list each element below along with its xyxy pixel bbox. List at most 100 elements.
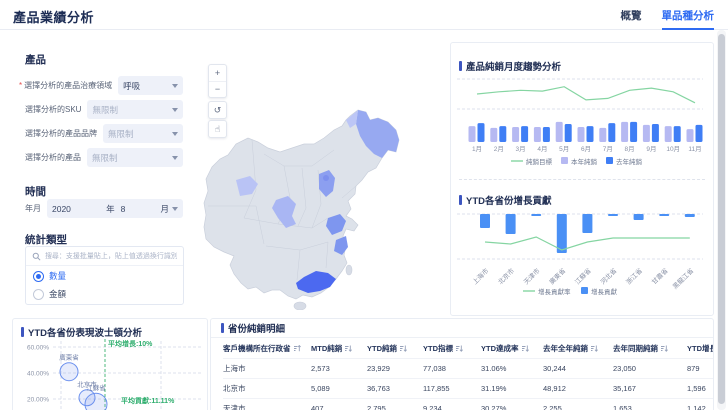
chevron-down-icon — [172, 155, 178, 160]
x-axis-label: 廣東省 — [547, 266, 568, 287]
table-cell: 5,089 — [311, 384, 330, 393]
sort-icon[interactable] — [455, 344, 463, 353]
x-axis-label: 上海市 — [470, 266, 491, 287]
bar-last-year[interactable] — [477, 123, 485, 142]
bar-growth-contribution[interactable] — [556, 214, 567, 253]
bar-growth-contribution[interactable] — [505, 214, 516, 234]
table-title: 省份純銷明細 — [228, 324, 286, 335]
table-cell: 35,167 — [613, 384, 636, 393]
legend-swatch[interactable] — [581, 287, 588, 294]
legend-swatch[interactable] — [606, 157, 613, 164]
tab-overview[interactable]: 概覽 — [621, 8, 642, 30]
map-reset-button[interactable]: ↺ — [208, 101, 227, 119]
filter-select-3[interactable]: 無限制 — [87, 148, 183, 167]
region-beijing[interactable] — [323, 175, 329, 181]
legend-swatch[interactable] — [561, 157, 568, 164]
boston-chart[interactable]: 60.00%40.00%20.00%平均增長:10%廣東省北京市江蘇省平均貢獻:… — [13, 337, 207, 410]
stat-type-option[interactable]: 金額 — [26, 286, 183, 302]
bubble-江蘇省[interactable] — [84, 392, 108, 410]
bar-last-year[interactable] — [499, 126, 507, 142]
bar-this-year[interactable] — [533, 127, 541, 142]
bar-last-year[interactable] — [542, 127, 550, 142]
bubble-廣東省[interactable] — [59, 362, 79, 382]
sort-icon[interactable] — [590, 344, 598, 353]
bar-growth-contribution[interactable] — [659, 214, 670, 216]
filter-select-0[interactable]: 呼吸 — [118, 76, 183, 95]
filter-field-row: 選擇分析的產品品牌 無限制 — [25, 124, 183, 143]
bar-this-year[interactable] — [686, 129, 694, 142]
bar-this-year[interactable] — [642, 124, 650, 142]
stat-type-option[interactable]: 數量 — [26, 268, 183, 284]
filter-select-1[interactable]: 無限制 — [87, 100, 183, 119]
bubble-label: 廣東省 — [59, 353, 79, 362]
tab-single-product-analysis[interactable]: 單品種分析 — [661, 8, 714, 30]
section-heading-time: 時間 — [25, 186, 46, 198]
bar-last-year[interactable] — [586, 126, 594, 142]
table-cell: 23,050 — [613, 364, 636, 373]
legend-label[interactable]: 純銷目標 — [526, 157, 553, 166]
bar-last-year[interactable] — [673, 126, 681, 142]
bar-last-year[interactable] — [521, 126, 529, 142]
table-col-header: 去年同期純銷 — [613, 338, 687, 358]
x-axis-label: 11月 — [688, 145, 701, 153]
region-hainan[interactable] — [293, 301, 307, 310]
filter-select-2[interactable]: 無限制 — [103, 124, 183, 143]
zoom-out-button[interactable]: − — [209, 82, 226, 98]
bar-last-year[interactable] — [564, 124, 572, 142]
map-pan-button[interactable]: ☝ — [208, 120, 227, 138]
bar-growth-contribution[interactable] — [480, 214, 490, 228]
sort-icon[interactable] — [521, 344, 529, 353]
table-col-label: 去年全年純銷 — [543, 343, 588, 353]
table-cell: 31.19% — [481, 384, 507, 393]
table-cell: 36,763 — [367, 384, 390, 393]
bar-growth-contribution[interactable] — [531, 214, 542, 216]
bar-last-year[interactable] — [695, 124, 703, 142]
radio-button[interactable] — [33, 288, 44, 300]
contribution-chart[interactable]: 上海市 北京市 天津市 廣東省 江蘇省 河北省 浙江省 甘肅省 黑龍江省增長貢獻率 增長貢獻 — [453, 207, 711, 313]
bar-growth-contribution[interactable] — [633, 214, 644, 220]
bar-growth-contribution[interactable] — [608, 214, 618, 216]
region-taiwan[interactable] — [345, 264, 353, 276]
trend-chart[interactable]: 1月 2月 3月 4月 5月 6月 7月 8月 9月 10月 11月純銷目標 本年純銷 去年純銷 — [453, 71, 711, 173]
sort-icon[interactable] — [344, 344, 353, 353]
bar-growth-contribution[interactable] — [684, 214, 695, 217]
stat-search-row[interactable]: 搜尋：支援批量貼上，貼上值透過換行識別 — [26, 247, 183, 266]
bar-last-year[interactable] — [651, 124, 659, 142]
china-map[interactable] — [200, 60, 450, 310]
legend-label[interactable]: 本年純銷 — [571, 157, 598, 166]
table-col-header: YTD純銷 — [367, 338, 423, 358]
title-accent-bar — [221, 323, 224, 333]
bar-last-year[interactable] — [608, 123, 616, 142]
sort-icon[interactable] — [660, 344, 668, 353]
stat-type-options: 數量 金額 — [26, 268, 183, 302]
table-cell: 30.27% — [481, 404, 507, 410]
zoom-in-button[interactable]: + — [209, 65, 226, 82]
x-axis-label: 8月 — [625, 145, 635, 153]
bar-this-year[interactable] — [577, 127, 585, 142]
bar-this-year[interactable] — [490, 127, 498, 142]
legend-label[interactable]: 增長貢獻率 — [538, 287, 571, 296]
legend-label[interactable]: 去年純銷 — [616, 157, 643, 166]
x-axis-label: 黑龍江省 — [670, 266, 695, 291]
search-input[interactable]: 搜尋：支援批量貼上，貼上值透過換行識別 — [45, 251, 177, 261]
bar-this-year[interactable] — [664, 126, 672, 142]
scrollbar-thumb[interactable] — [718, 34, 725, 404]
legend-label[interactable]: 增長貢獻 — [591, 287, 618, 296]
table-cell: 2,255 — [543, 404, 562, 410]
bar-this-year[interactable] — [555, 121, 563, 142]
bar-this-year[interactable] — [468, 126, 476, 142]
radio-button[interactable] — [33, 270, 44, 282]
filter-field-label: 選擇分析的產品 — [25, 153, 81, 162]
boston-chart-card: YTD各省份表現波士頓分析 60.00% 40.00% 20.00% 平均增長:10%… — [12, 318, 208, 410]
contribution-rate-line — [484, 236, 690, 251]
bar-this-year[interactable] — [599, 127, 607, 142]
bar-this-year[interactable] — [621, 121, 629, 142]
search-icon — [32, 252, 41, 261]
year-value: 2020 — [52, 203, 71, 214]
sort-icon[interactable] — [399, 344, 407, 353]
sort-icon[interactable] — [293, 344, 301, 353]
year-month-select[interactable]: 2020 年 8 月 — [47, 199, 183, 218]
bar-growth-contribution[interactable] — [582, 214, 593, 233]
bar-last-year[interactable] — [630, 121, 638, 142]
bar-this-year[interactable] — [512, 127, 520, 142]
